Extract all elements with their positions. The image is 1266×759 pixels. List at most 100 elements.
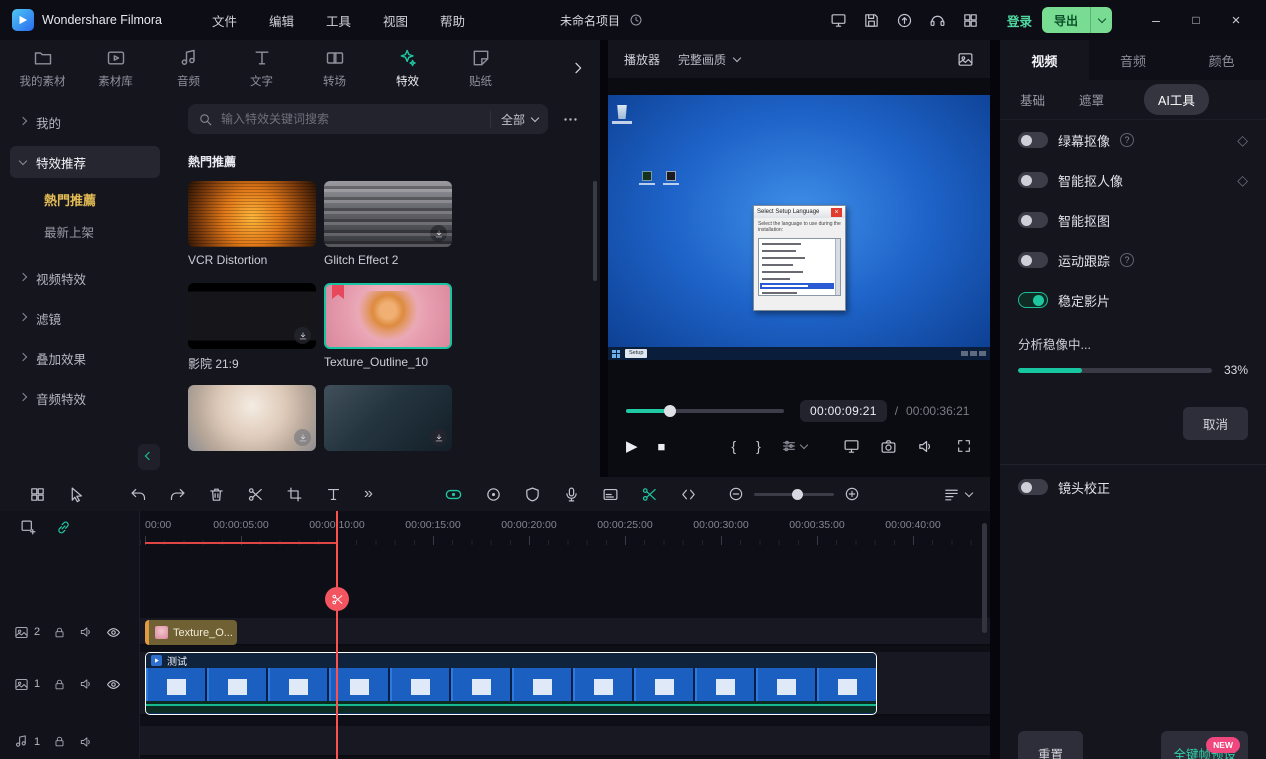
transition-arrows-icon[interactable] (680, 486, 697, 503)
smart-cutout-toggle[interactable] (1018, 212, 1048, 228)
share-upload-icon[interactable] (896, 12, 913, 29)
auto-ripple-link-icon[interactable] (55, 519, 72, 536)
portrait-cutout-toggle[interactable] (1018, 172, 1048, 188)
tab-titles[interactable]: 文字 (225, 48, 298, 89)
export-dropdown[interactable] (1090, 7, 1112, 33)
menu-view[interactable]: 视图 (367, 11, 424, 30)
help-icon[interactable]: ? (1120, 253, 1134, 267)
crop-icon[interactable] (286, 486, 303, 503)
mute-speaker-icon[interactable] (79, 677, 93, 691)
help-icon[interactable]: ? (1120, 133, 1134, 147)
tab-color[interactable]: 颜色 (1177, 40, 1266, 80)
effect-thumb-portrait[interactable] (188, 385, 316, 451)
nav-item-audio-effects[interactable]: 音频特效 (10, 382, 160, 414)
select-cursor-icon[interactable] (68, 486, 85, 503)
quick-edit-tool[interactable] (781, 438, 807, 454)
eye-visibility-icon[interactable] (106, 625, 121, 640)
playhead-scissors-badge[interactable] (325, 587, 349, 611)
tab-stock-media[interactable]: 素材库 (79, 48, 152, 89)
nav-item-mine[interactable]: 我的 (10, 106, 160, 138)
effect-thumb-cinema-219[interactable] (188, 283, 316, 349)
scrollbar[interactable] (593, 181, 597, 281)
delete-icon[interactable] (208, 486, 225, 503)
mark-out-button[interactable]: } (756, 438, 761, 454)
seek-slider[interactable] (626, 409, 784, 413)
nav-item-video-effects[interactable]: 视频特效 (10, 262, 160, 294)
track-2-lane[interactable] (140, 618, 990, 646)
export-button[interactable]: 导出 (1042, 7, 1112, 33)
nav-item-filters[interactable]: 滤镜 (10, 302, 160, 334)
fullscreen-icon[interactable] (956, 438, 972, 454)
mark-in-button[interactable]: { (731, 438, 736, 454)
clip-main-video-selected[interactable]: 测试 (145, 652, 877, 715)
clip-texture-overlay[interactable]: Texture_O... (145, 620, 237, 645)
project-history-icon[interactable] (629, 13, 643, 27)
nav-item-overlays[interactable]: 叠加效果 (10, 342, 160, 374)
zoom-knob[interactable] (792, 489, 803, 500)
timeline-ruler[interactable]: 00:00 00:00:05:00 00:00:10:00 00:00:15:0… (140, 511, 990, 545)
redo-icon[interactable] (169, 486, 186, 503)
voiceover-mic-icon[interactable] (563, 486, 580, 503)
undo-icon[interactable] (130, 486, 147, 503)
stabilization-toggle[interactable] (1018, 292, 1048, 308)
nav-item-newest[interactable]: 最新上架 (10, 218, 160, 244)
minimize-button[interactable]: – (1136, 12, 1176, 28)
nav-item-hot[interactable]: 熱門推薦 (10, 186, 160, 212)
snapshot-camera-icon[interactable] (880, 438, 897, 455)
mask-shield-icon[interactable] (524, 486, 541, 503)
add-track-icon[interactable] (20, 519, 37, 536)
tab-my-media[interactable]: 我的素材 (6, 48, 79, 89)
search-input[interactable] (221, 112, 482, 126)
effect-thumb-dark-scene[interactable] (324, 385, 452, 451)
collapse-nav-button[interactable] (138, 444, 160, 470)
lock-icon[interactable] (53, 678, 66, 691)
mute-speaker-icon[interactable] (79, 625, 93, 639)
menu-file[interactable]: 文件 (196, 11, 253, 30)
menu-help[interactable]: 帮助 (424, 11, 481, 30)
subtitle-icon[interactable] (602, 486, 619, 503)
mute-speaker-icon[interactable] (79, 735, 93, 749)
download-icon[interactable] (294, 327, 311, 344)
timeline-scrollbar[interactable] (982, 523, 987, 633)
effect-thumb-texture-outline-10[interactable] (324, 283, 452, 349)
maximize-button[interactable]: □ (1176, 13, 1216, 27)
zoom-out-icon[interactable] (728, 486, 744, 502)
keyframe-diamond-icon[interactable]: ◇ (1237, 132, 1248, 149)
subtab-mask[interactable]: 遮罩 (1079, 90, 1104, 109)
apps-grid-icon[interactable] (962, 12, 979, 29)
login-button[interactable]: 登录 (1007, 11, 1032, 30)
video-viewport[interactable]: Select Setup Language × Select the langu… (608, 95, 990, 360)
tab-strip-expand-button[interactable] (570, 60, 586, 76)
nav-item-recommended[interactable]: 特效推荐 (10, 146, 160, 178)
motion-tracking-icon[interactable] (485, 486, 502, 503)
split-scissors-icon[interactable] (247, 486, 264, 503)
playhead[interactable] (336, 511, 338, 759)
greenscreen-toggle[interactable] (1018, 132, 1048, 148)
more-options-icon[interactable] (562, 111, 579, 128)
lock-icon[interactable] (53, 735, 66, 748)
volume-icon[interactable] (917, 438, 934, 455)
stop-button[interactable]: ■ (658, 439, 666, 454)
lens-correction-toggle[interactable] (1018, 479, 1048, 495)
tab-audio-props[interactable]: 音频 (1089, 40, 1178, 80)
smart-cut-icon[interactable] (641, 486, 658, 503)
tab-transitions[interactable]: 转场 (298, 48, 371, 89)
play-button[interactable]: ▶ (626, 437, 638, 455)
menu-tools[interactable]: 工具 (310, 11, 367, 30)
motion-tracking-toggle[interactable] (1018, 252, 1048, 268)
tab-stickers[interactable]: 贴纸 (444, 48, 517, 89)
track-manager-button[interactable] (943, 486, 972, 503)
display-settings-icon[interactable] (830, 12, 847, 29)
menu-edit[interactable]: 编辑 (253, 11, 310, 30)
close-button[interactable]: × (1216, 12, 1256, 29)
zoom-slider[interactable] (754, 493, 834, 496)
download-icon[interactable] (430, 429, 447, 446)
media-layout-icon[interactable] (29, 486, 46, 503)
keyframe-diamond-icon[interactable]: ◇ (1237, 172, 1248, 189)
quality-dropdown[interactable]: 完整画质 (678, 51, 740, 68)
seek-knob[interactable] (664, 405, 676, 417)
more-tools-icon[interactable]: » (364, 485, 373, 503)
text-tool-icon[interactable] (325, 486, 342, 503)
download-icon[interactable] (294, 429, 311, 446)
tab-video[interactable]: 视频 (1000, 40, 1089, 80)
